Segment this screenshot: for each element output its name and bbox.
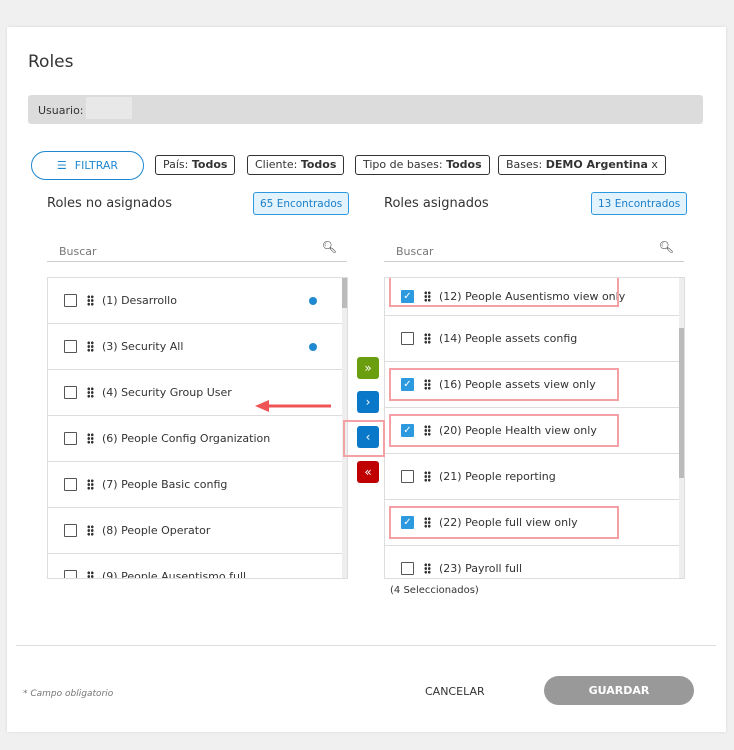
list-item[interactable]: (8) People Operator bbox=[48, 508, 347, 554]
checkbox[interactable] bbox=[64, 340, 77, 353]
move-left-button[interactable]: ‹ bbox=[357, 426, 379, 448]
role-label: (23) Payroll full bbox=[439, 562, 523, 575]
list-item[interactable]: ✓ (20) People Health view only bbox=[385, 408, 684, 454]
checkbox[interactable] bbox=[64, 386, 77, 399]
checkbox[interactable] bbox=[64, 432, 77, 445]
drag-handle-icon[interactable] bbox=[87, 387, 94, 398]
right-search-input[interactable]: Buscar 🔍︎ bbox=[384, 238, 684, 262]
highlight-box bbox=[389, 278, 619, 307]
drag-handle-icon[interactable] bbox=[424, 471, 431, 482]
chip-tipo-bases[interactable]: Tipo de bases: Todos bbox=[355, 155, 490, 175]
unassigned-roles-list: (1) Desarrollo (3) Security All (4) Securi… bbox=[47, 277, 348, 579]
checkbox[interactable] bbox=[401, 332, 414, 345]
divider bbox=[16, 645, 716, 646]
chip-value: Todos bbox=[300, 158, 337, 171]
checkbox[interactable] bbox=[64, 294, 77, 307]
move-all-right-button[interactable]: » bbox=[357, 357, 379, 379]
search-placeholder: Buscar bbox=[59, 245, 97, 258]
list-item[interactable]: (9) People Ausentismo full bbox=[48, 554, 347, 579]
chip-bases[interactable]: Bases: DEMO Argentina x bbox=[498, 155, 666, 175]
chip-value: DEMO Argentina bbox=[545, 158, 648, 171]
right-count-badge: 13 Encontrados bbox=[591, 192, 688, 215]
search-placeholder: Buscar bbox=[396, 245, 434, 258]
drag-handle-icon[interactable] bbox=[87, 341, 94, 352]
user-label: Usuario: bbox=[38, 104, 84, 117]
filter-button[interactable]: ☰ FILTRAR bbox=[31, 151, 144, 180]
list-item[interactable]: ✓ (12) People Ausentismo view only bbox=[385, 278, 684, 316]
status-dot bbox=[309, 296, 317, 305]
role-label: (8) People Operator bbox=[102, 524, 211, 537]
chip-value: Todos bbox=[446, 158, 482, 171]
search-icon[interactable]: 🔍︎ bbox=[659, 240, 674, 254]
chip-pais[interactable]: País: Todos bbox=[155, 155, 236, 175]
role-label: (21) People reporting bbox=[439, 470, 556, 483]
right-header: Roles asignados bbox=[384, 196, 489, 211]
user-field: Usuario: bbox=[28, 95, 703, 124]
search-icon[interactable]: 🔍︎ bbox=[322, 240, 337, 254]
highlight-box bbox=[389, 368, 619, 401]
chip-label: Tipo de bases: bbox=[363, 158, 443, 171]
role-label: (4) Security Group User bbox=[102, 386, 232, 399]
drag-handle-icon[interactable] bbox=[87, 571, 94, 578]
list-item[interactable]: (21) People reporting bbox=[385, 454, 684, 500]
chip-label: Bases: bbox=[506, 158, 543, 171]
page-title: Roles bbox=[28, 52, 74, 72]
checkbox[interactable] bbox=[64, 570, 77, 578]
user-value-redacted bbox=[85, 97, 132, 119]
role-label: (1) Desarrollo bbox=[102, 294, 177, 307]
list-item[interactable]: (14) People assets config bbox=[385, 316, 684, 362]
required-note: * Campo obligatorio bbox=[23, 689, 114, 699]
list-item[interactable]: ✓ (16) People assets view only bbox=[385, 362, 684, 408]
role-label: (7) People Basic config bbox=[102, 478, 228, 491]
checkbox[interactable] bbox=[401, 562, 414, 575]
role-label: (9) People Ausentismo full bbox=[102, 570, 247, 579]
list-item[interactable]: (1) Desarrollo bbox=[48, 278, 347, 324]
list-item[interactable]: (6) People Config Organization bbox=[48, 416, 347, 462]
drag-handle-icon[interactable] bbox=[87, 479, 94, 490]
left-search-input[interactable]: Buscar 🔍︎ bbox=[47, 238, 347, 262]
status-dot bbox=[309, 342, 317, 351]
checkbox[interactable] bbox=[64, 524, 77, 537]
drag-handle-icon[interactable] bbox=[87, 433, 94, 444]
highlight-box bbox=[389, 414, 619, 447]
highlight-box bbox=[389, 506, 619, 539]
list-item[interactable]: (23) Payroll full bbox=[385, 546, 684, 578]
drag-handle-icon[interactable] bbox=[424, 333, 431, 344]
drag-handle-icon[interactable] bbox=[424, 563, 431, 574]
scrollbar[interactable] bbox=[679, 278, 684, 578]
cancel-button[interactable]: CANCELAR bbox=[425, 685, 485, 698]
red-arrow-annotation bbox=[255, 400, 331, 412]
chip-value: Todos bbox=[191, 158, 228, 171]
drag-handle-icon[interactable] bbox=[87, 295, 94, 306]
move-all-left-button[interactable]: « bbox=[357, 461, 379, 483]
drag-handle-icon[interactable] bbox=[87, 525, 94, 536]
role-label: (3) Security All bbox=[102, 340, 184, 353]
chip-cliente[interactable]: Cliente: Todos bbox=[247, 155, 345, 175]
close-icon[interactable]: x bbox=[651, 158, 658, 171]
sliders-icon: ☰ bbox=[56, 159, 67, 172]
left-header: Roles no asignados bbox=[47, 196, 173, 211]
checkbox[interactable] bbox=[401, 470, 414, 483]
role-label: (14) People assets config bbox=[439, 332, 578, 345]
move-right-button[interactable]: › bbox=[357, 391, 379, 413]
chip-label: País: bbox=[163, 158, 189, 171]
list-item[interactable]: (3) Security All bbox=[48, 324, 347, 370]
role-label: (6) People Config Organization bbox=[102, 432, 271, 445]
filter-label: FILTRAR bbox=[74, 159, 119, 172]
left-count-badge: 65 Encontrados bbox=[253, 192, 350, 215]
checkbox[interactable] bbox=[64, 478, 77, 491]
roles-dialog: Roles Usuario: ☰ FILTRAR País: Todos Clie… bbox=[7, 27, 726, 732]
assigned-roles-list: ✓ (12) People Ausentismo view only (14) Pe… bbox=[384, 277, 685, 579]
chip-label: Cliente: bbox=[255, 158, 298, 171]
selected-count: (4 Seleccionados) bbox=[390, 585, 479, 596]
save-button[interactable]: GUARDAR bbox=[544, 676, 694, 705]
list-item[interactable]: (7) People Basic config bbox=[48, 462, 347, 508]
list-item[interactable]: ✓ (22) People full view only bbox=[385, 500, 684, 546]
